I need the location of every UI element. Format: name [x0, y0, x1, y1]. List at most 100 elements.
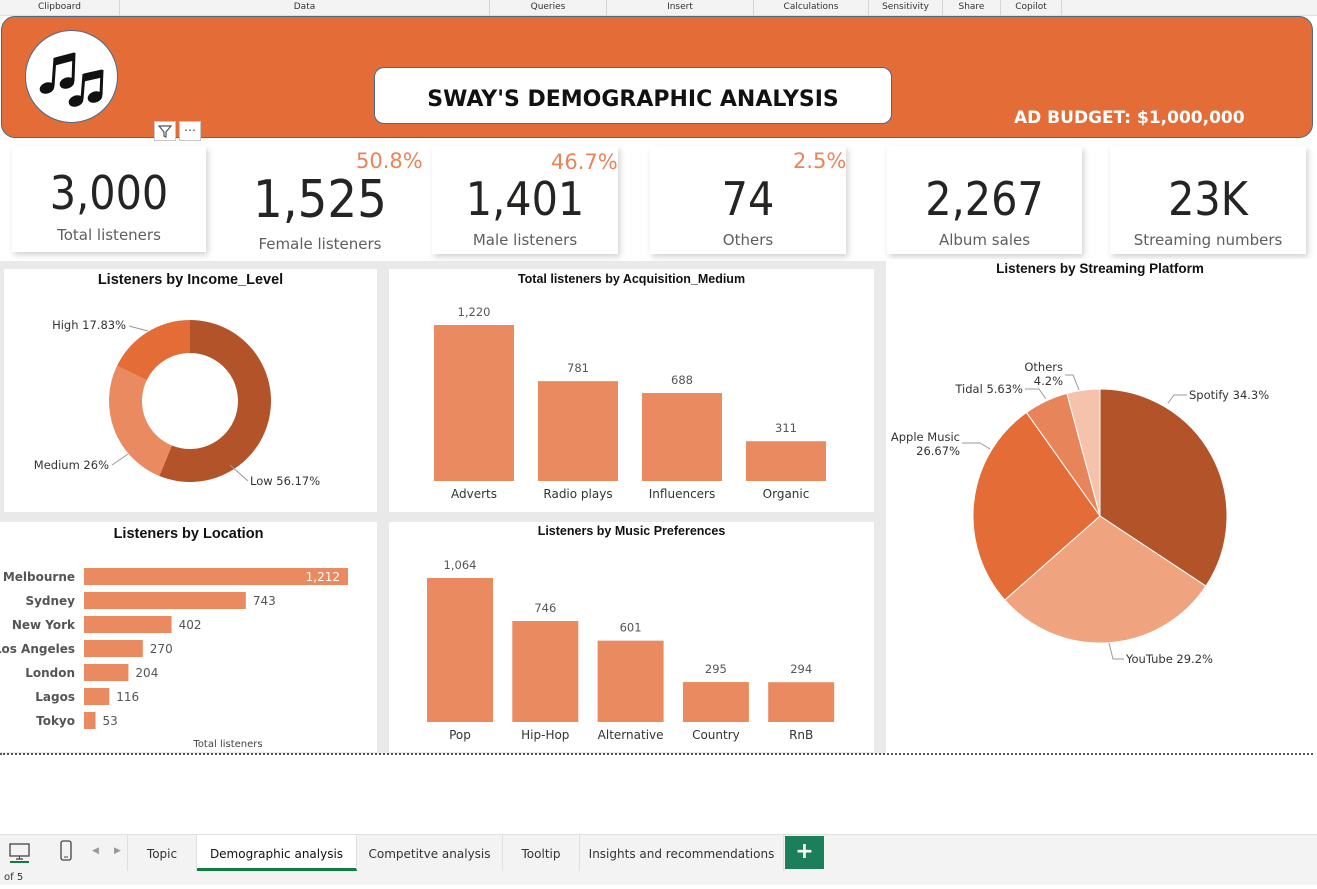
kpi-others: 74 Others 2.5% — [650, 146, 846, 254]
music-preferences-chart[interactable]: Listeners by Music Preferences 1,064 Pop 7… — [389, 522, 874, 752]
slice-label: Tidal 5.63% — [954, 382, 1023, 396]
data-label: 295 — [705, 662, 727, 676]
data-label: 601 — [620, 621, 642, 635]
tab-demographic-analysis[interactable]: Demographic analysis — [197, 835, 357, 871]
hbar-sydney[interactable] — [84, 592, 246, 609]
hbar-chart-svg: Melbourne 1,212 Sydney 743 New York 402 Los An… — [0, 568, 348, 750]
data-label: 402 — [179, 618, 202, 632]
bar-chart-svg: 1,220 Adverts 781 Radio plays 688 Influencers… — [434, 305, 826, 501]
ribbon-group-queries[interactable]: Queries — [490, 0, 607, 15]
tab-topic[interactable]: Topic — [127, 835, 197, 871]
page-tab-bar: ◀ ▶ Topic Demographic analysis Competitv… — [0, 834, 1317, 871]
desktop-view-icon[interactable] — [8, 841, 32, 867]
hbar-new-york[interactable] — [84, 616, 172, 633]
data-label: 688 — [671, 373, 693, 387]
data-label: 743 — [253, 594, 276, 608]
kpi-value: 1,401 — [465, 172, 585, 226]
slice-label: YouTube 29.2% — [1125, 652, 1213, 666]
leader-line — [128, 325, 149, 332]
category-label: Sydney — [25, 594, 75, 608]
kpi-percent: 50.8% — [356, 149, 423, 173]
donut-slice-medium[interactable] — [109, 365, 172, 476]
chevron-left-icon[interactable]: ◀ — [92, 846, 99, 856]
mobile-view-icon[interactable] — [58, 840, 74, 866]
acquisition-medium-chart[interactable]: Total listeners by Acquisition_Medium 1,… — [389, 269, 874, 512]
kpi-value: 23K — [1168, 172, 1248, 226]
income-level-chart[interactable]: Listeners by Income_Level Low 56.17% Medi… — [4, 269, 377, 512]
bar-country[interactable] — [682, 682, 749, 722]
hbar-lagos[interactable] — [84, 688, 110, 705]
ribbon-group-share[interactable]: Share — [943, 0, 1001, 15]
add-page-button[interactable]: + — [785, 836, 824, 869]
tab-tooltip[interactable]: Tooltip — [503, 835, 580, 871]
location-chart[interactable]: Listeners by Location Melbourne 1,212 Sydn… — [0, 522, 377, 752]
data-label: 1,064 — [444, 558, 477, 572]
kpi-label: Album sales — [938, 231, 1031, 249]
ad-budget: AD BUDGET: $1,000,000 — [1014, 108, 1245, 128]
kpi-value: 1,525 — [253, 170, 387, 230]
leader-line — [1108, 642, 1124, 660]
category-label: London — [25, 666, 75, 680]
kpi-label: Others — [722, 231, 774, 249]
slice-label: Apple Music — [891, 430, 960, 444]
ribbon-group-copilot[interactable]: Copilot — [1001, 0, 1062, 15]
category-label: Radio plays — [543, 487, 612, 501]
leader-line — [111, 453, 129, 466]
data-label: 53 — [103, 714, 118, 728]
bar-chart-svg: 1,064 Pop 746 Hip-Hop 601 Alternative 295 Count… — [427, 558, 835, 742]
music-notes-icon — [39, 52, 104, 107]
bar-radio-plays[interactable] — [538, 381, 618, 481]
bar-hip-hop[interactable] — [512, 621, 579, 722]
pie-chart-svg: Spotify 34.3% YouTube 29.2% Apple Music26.… — [891, 360, 1269, 666]
ribbon-group-calculations[interactable]: Calculations — [754, 0, 869, 15]
more-options-button[interactable]: ⋯ — [179, 121, 201, 141]
bar-pop[interactable] — [427, 578, 493, 722]
category-label: Alternative — [598, 728, 664, 742]
bar-rnb[interactable] — [768, 682, 835, 722]
bar-alternative[interactable] — [597, 640, 664, 722]
status-bar: of 5 — [0, 871, 1317, 885]
category-label: Pop — [449, 728, 471, 742]
data-label: 270 — [150, 642, 173, 656]
kpi-percent: 2.5% — [793, 149, 847, 173]
category-label: Melbourne — [3, 570, 75, 584]
data-label: 311 — [775, 421, 797, 435]
x-axis-label: Total listeners — [192, 739, 262, 750]
chevron-right-icon[interactable]: ▶ — [114, 846, 121, 856]
kpi-percent: 46.7% — [551, 150, 618, 174]
leader-line — [962, 442, 991, 450]
visual-header: ⋯ — [154, 121, 201, 141]
bar-organic[interactable] — [746, 441, 826, 481]
tab-competitive-analysis[interactable]: Competitve analysis — [357, 835, 503, 871]
slice-label: Low 56.17% — [250, 474, 320, 488]
ribbon-group-clipboard[interactable]: Clipboard — [0, 0, 120, 15]
hbar-london[interactable] — [84, 664, 129, 681]
category-label: Influencers — [649, 487, 715, 501]
leader-line — [1025, 388, 1047, 400]
page-count: of 5 — [4, 872, 24, 883]
hbar-tokyo[interactable] — [84, 712, 96, 729]
ribbon-group-sensitivity[interactable]: Sensitivity — [869, 0, 943, 15]
ribbon-group-insert[interactable]: Insert — [607, 0, 754, 15]
data-label: 746 — [534, 601, 556, 615]
hbar-los-angeles[interactable] — [84, 640, 143, 657]
kpi-album-sales: 2,267 Album sales — [887, 146, 1082, 254]
streaming-platform-chart[interactable]: Listeners by Streaming Platform Spotify … — [887, 259, 1313, 752]
data-label: 294 — [790, 662, 812, 676]
bar-adverts[interactable] — [434, 325, 514, 481]
filter-icon[interactable] — [154, 121, 176, 141]
data-label: 204 — [135, 666, 158, 680]
ribbon-group-data[interactable]: Data — [120, 0, 490, 15]
donut-chart-svg: Low 56.17% Medium 26% High 17.83% — [34, 318, 320, 488]
kpi-total-listeners: 3,000 Total listeners — [12, 146, 206, 252]
kpi-value: 74 — [721, 172, 775, 226]
slice-label: Others — [1024, 360, 1063, 374]
kpi-label: Streaming numbers — [1133, 231, 1283, 249]
kpi-value: 3,000 — [49, 166, 169, 220]
category-label: Tokyo — [36, 714, 75, 728]
bar-influencers[interactable] — [642, 393, 722, 481]
slice-label: 26.67% — [916, 444, 960, 458]
kpi-label: Total listeners — [57, 226, 161, 244]
tab-insights-and-recommendations[interactable]: Insights and recommendations — [580, 835, 784, 871]
category-label: Adverts — [451, 487, 497, 501]
